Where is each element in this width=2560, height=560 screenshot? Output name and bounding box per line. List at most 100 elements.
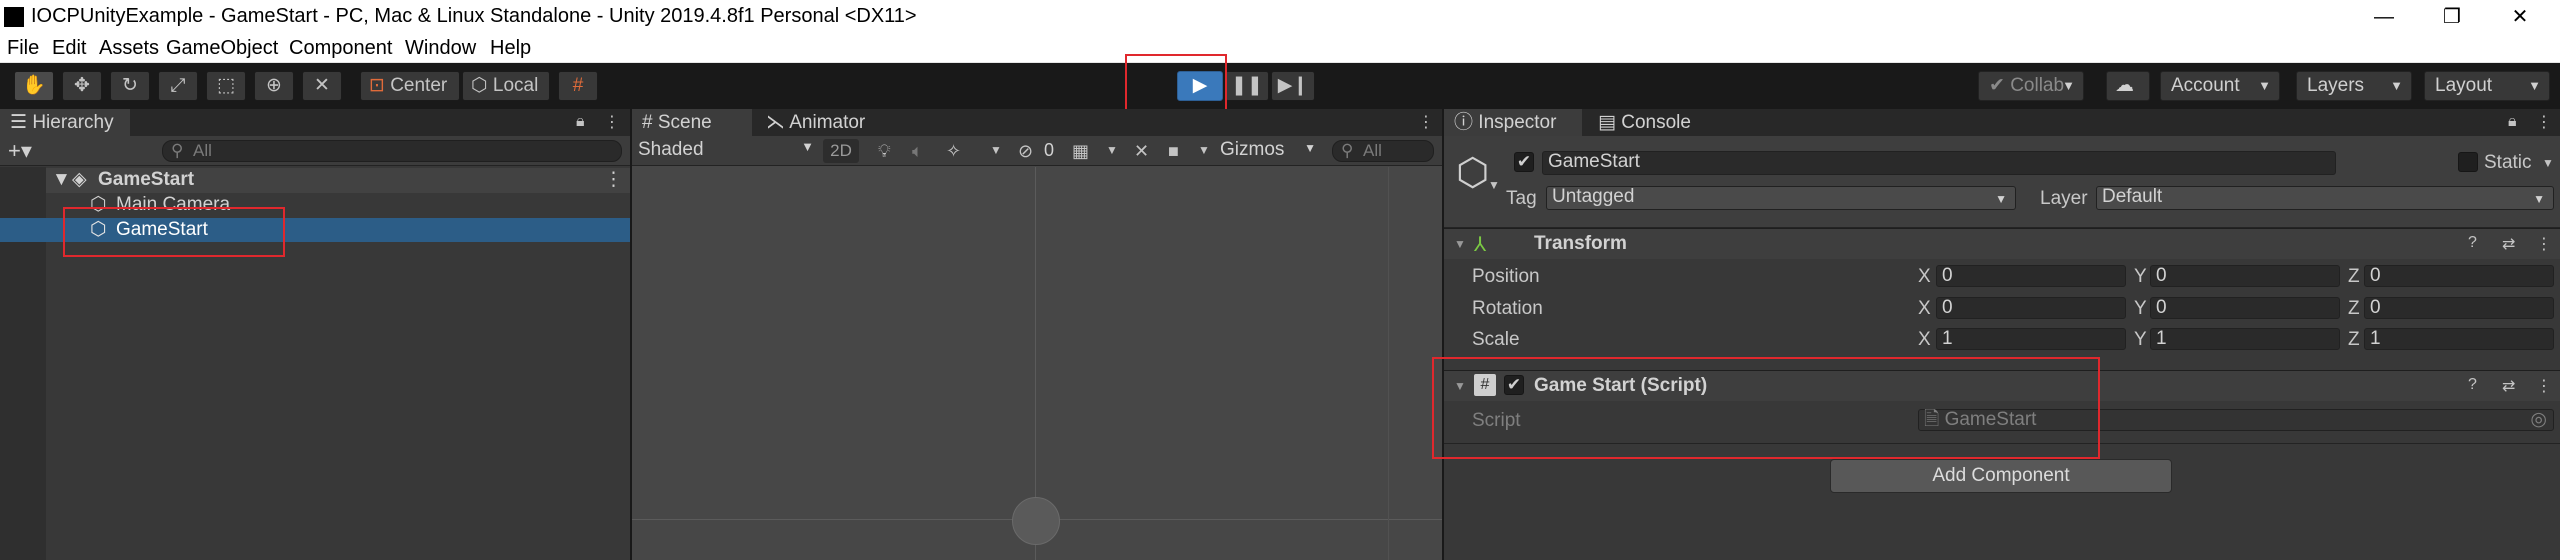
layers-dropdown[interactable]: Layers ▼ <box>2296 71 2412 101</box>
layer-dropdown[interactable]: Default ▼ <box>2096 186 2554 210</box>
position-y-input[interactable]: 0 <box>2150 265 2340 287</box>
tag-dropdown[interactable]: Untagged ▼ <box>1546 186 2016 210</box>
unity-app-icon <box>4 7 24 27</box>
scale-x-input[interactable]: 1 <box>1936 328 2126 350</box>
tab-animator-label: Animator <box>789 112 866 133</box>
help-icon[interactable]: ? <box>2468 376 2477 394</box>
highlight-gamestart-box <box>63 207 285 257</box>
rotation-y-input[interactable]: 0 <box>2150 297 2340 319</box>
2d-mode-toggle[interactable]: 2D <box>823 139 859 163</box>
axis-x-label[interactable]: X <box>1918 266 1931 288</box>
cloud-button[interactable]: ☁ <box>2106 71 2150 101</box>
info-icon: ⓘ <box>1454 112 1474 133</box>
axis-z-label[interactable]: Z <box>2348 266 2360 288</box>
lock-icon[interactable]: 🔒︎ <box>2508 113 2517 131</box>
add-component-button[interactable]: Add Component <box>1830 459 2172 493</box>
move-tool-button[interactable]: ✥ <box>62 71 102 101</box>
menu-gameobject[interactable]: GameObject <box>166 37 278 60</box>
hierarchy-search-input[interactable]: ⚲ All <box>162 140 622 162</box>
static-checkbox[interactable] <box>2458 152 2478 172</box>
position-z-input[interactable]: 0 <box>2364 265 2554 287</box>
kebab-menu-icon[interactable]: ⋮ <box>1418 112 1434 132</box>
kebab-menu-icon[interactable]: ⋮ <box>2536 376 2552 396</box>
kebab-menu-icon[interactable]: ⋮ <box>2536 234 2552 254</box>
pivot-mode-button[interactable]: ⊡ Center <box>360 71 460 101</box>
scene-root-row[interactable]: ▼ ◈ GameStart ⋮ <box>46 168 630 193</box>
rotation-z-input[interactable]: 0 <box>2364 297 2554 319</box>
transform-component-header[interactable]: ▼ ⅄ Transform ? ⇄ ⋮ <box>1444 228 2560 259</box>
scale-tool-button[interactable]: ⤢ <box>158 71 198 101</box>
object-name-field[interactable]: GameStart <box>1542 151 2336 175</box>
custom-tool-button[interactable]: ✕ <box>302 71 342 101</box>
pivot-space-button[interactable]: ⬡ Local <box>462 71 550 101</box>
tools-icon[interactable]: ✕ <box>1134 141 1149 162</box>
scene-search-input[interactable]: ⚲ All <box>1332 140 1434 162</box>
kebab-menu-icon[interactable]: ⋮ <box>604 168 623 192</box>
menu-bar: File Edit Assets GameObject Component Wi… <box>0 34 2560 63</box>
menu-assets[interactable]: Assets <box>99 37 159 60</box>
audio-icon[interactable]: 🔈︎ <box>912 141 923 162</box>
account-dropdown[interactable]: Account ▼ <box>2160 71 2280 101</box>
rotate-tool-button[interactable]: ↻ <box>110 71 150 101</box>
axis-z-label[interactable]: Z <box>2348 298 2360 320</box>
position-x-input[interactable]: 0 <box>1936 265 2126 287</box>
preset-icon[interactable]: ⇄ <box>2502 376 2515 396</box>
axis-x-label[interactable]: X <box>1918 329 1931 351</box>
rect-tool-button[interactable]: ⬚ <box>206 71 246 101</box>
object-picker-icon[interactable]: ◎ <box>2530 410 2547 430</box>
tag-value: Untagged <box>1552 186 1635 207</box>
scale-y-input[interactable]: 1 <box>2150 328 2340 350</box>
lighting-icon[interactable]: 💡︎ <box>878 141 891 162</box>
preset-icon[interactable]: ⇄ <box>2502 234 2515 254</box>
minimize-button[interactable]: — <box>2354 2 2414 32</box>
grid-visibility-icon[interactable]: ▦ <box>1072 141 1089 162</box>
menu-help[interactable]: Help <box>490 37 531 60</box>
shading-mode-dropdown[interactable]: Shaded ▼ <box>638 139 814 163</box>
kebab-menu-icon[interactable]: ⋮ <box>2536 112 2552 132</box>
tab-inspector[interactable]: ⓘ Inspector <box>1444 109 1582 136</box>
axis-y-label[interactable]: Y <box>2134 266 2147 288</box>
axis-y-label[interactable]: Y <box>2134 329 2147 351</box>
expand-arrow-icon[interactable]: ▼ <box>52 168 71 192</box>
tab-console[interactable]: ▤ Console <box>1588 109 1718 136</box>
tab-scene[interactable]: # Scene <box>632 109 752 136</box>
create-button[interactable]: +▾ <box>8 138 32 164</box>
axis-y-label[interactable]: Y <box>2134 298 2147 320</box>
help-icon[interactable]: ? <box>2468 234 2477 252</box>
effects-icon[interactable]: ✧ <box>946 141 961 162</box>
menu-component[interactable]: Component <box>289 37 392 60</box>
lock-icon[interactable]: 🔒︎ <box>576 113 585 131</box>
tab-animator[interactable]: ⋋ Animator <box>756 109 886 136</box>
scene-object-gizmo[interactable] <box>1012 497 1060 545</box>
step-button[interactable]: ▶❙ <box>1271 71 1315 101</box>
chevron-down-icon[interactable]: ▼ <box>990 143 1002 157</box>
tab-hierarchy[interactable]: ☰ Hierarchy <box>0 109 130 136</box>
hidden-objects-icon[interactable]: ⊘ <box>1018 141 1033 162</box>
pause-button[interactable]: ❚❚ <box>1225 71 1269 101</box>
transform-tool-button[interactable]: ⊕ <box>254 71 294 101</box>
rotation-x-input[interactable]: 0 <box>1936 297 2126 319</box>
menu-window[interactable]: Window <box>405 37 476 60</box>
chevron-down-icon[interactable]: ▼ <box>1106 143 1118 157</box>
collab-dropdown[interactable]: ✔ Collab ▼ <box>1978 71 2084 101</box>
layout-dropdown[interactable]: Layout ▼ <box>2424 71 2550 101</box>
gizmos-dropdown[interactable]: Gizmos ▼ <box>1220 139 1316 163</box>
active-checkbox[interactable]: ✔ <box>1514 152 1534 172</box>
close-button[interactable]: ✕ <box>2490 2 2550 32</box>
snap-grid-button[interactable]: # <box>558 71 598 101</box>
hand-tool-button[interactable]: ✋ <box>14 71 54 101</box>
chevron-down-icon[interactable]: ▼ <box>1488 178 1500 192</box>
maximize-button[interactable]: ❐ <box>2422 2 2482 32</box>
kebab-menu-icon[interactable]: ⋮ <box>604 112 620 132</box>
camera-icon[interactable]: ■ <box>1168 141 1179 162</box>
menu-file[interactable]: File <box>7 37 39 60</box>
menu-edit[interactable]: Edit <box>52 37 86 60</box>
chevron-down-icon[interactable]: ▼ <box>2542 156 2554 170</box>
expand-arrow-icon[interactable]: ▼ <box>1454 237 1466 251</box>
grid-snap-icon: # <box>572 75 584 96</box>
chevron-down-icon[interactable]: ▼ <box>1198 143 1210 157</box>
axis-x-label[interactable]: X <box>1918 298 1931 320</box>
scene-viewport[interactable] <box>632 167 1442 560</box>
scale-z-input[interactable]: 1 <box>2364 328 2554 350</box>
axis-z-label[interactable]: Z <box>2348 329 2360 351</box>
